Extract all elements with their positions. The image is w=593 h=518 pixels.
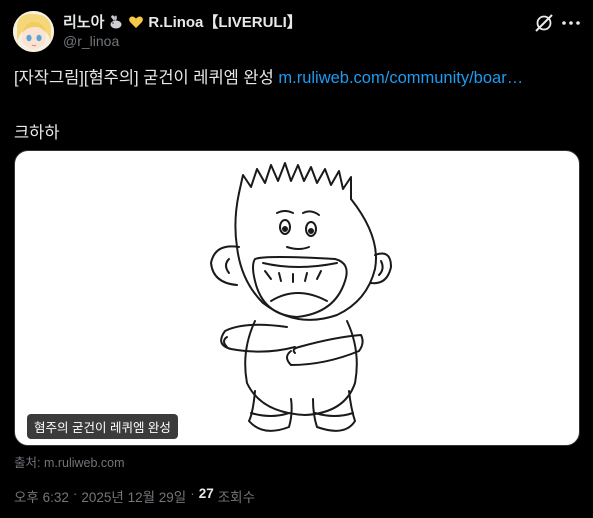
tweet-time[interactable]: 오후 6:32 (14, 486, 69, 506)
user-handle[interactable]: @r_linoa (63, 33, 119, 49)
media-card[interactable]: 혐주의 굳건이 레퀴엠 완성 (14, 150, 580, 446)
separator: · (72, 486, 78, 501)
media-label: 혐주의 굳건이 레퀴엠 완성 (27, 414, 178, 439)
media-source[interactable]: 출처: m.ruliweb.com (14, 452, 125, 471)
tweet-link[interactable]: m.ruliweb.com/community/boar… (278, 69, 523, 87)
grok-icon[interactable] (534, 13, 554, 33)
more-options-icon[interactable] (560, 13, 582, 33)
display-name-suffix: R.Linoa【LIVERULI】 (148, 14, 302, 31)
view-count: 27 (198, 486, 214, 501)
tweet-text-second: 크하하 (14, 124, 60, 142)
separator: · (190, 486, 195, 501)
avatar[interactable] (13, 11, 54, 52)
rabbit-icon (108, 14, 124, 30)
view-label: 조회수 (217, 490, 255, 505)
yellow-heart-icon (128, 14, 144, 30)
tweet-text: [자작그림][혐주의] 굳건이 레퀴엠 완성 m.ruliweb.com/com… (14, 68, 584, 88)
tweet-meta: 오후 6:32 · 2025년 12월 29일 · 27 조회수 (14, 486, 255, 506)
tweet-date[interactable]: 2025년 12월 29일 (81, 486, 186, 506)
tweet-text-main: [자작그림][혐주의] 굳건이 레퀴엠 완성 (14, 69, 279, 87)
display-name[interactable]: 리노아 R.Linoa【LIVERULI】 (63, 11, 302, 32)
cartoon-drawing (210, 162, 392, 432)
display-name-prefix: 리노아 (63, 14, 105, 31)
